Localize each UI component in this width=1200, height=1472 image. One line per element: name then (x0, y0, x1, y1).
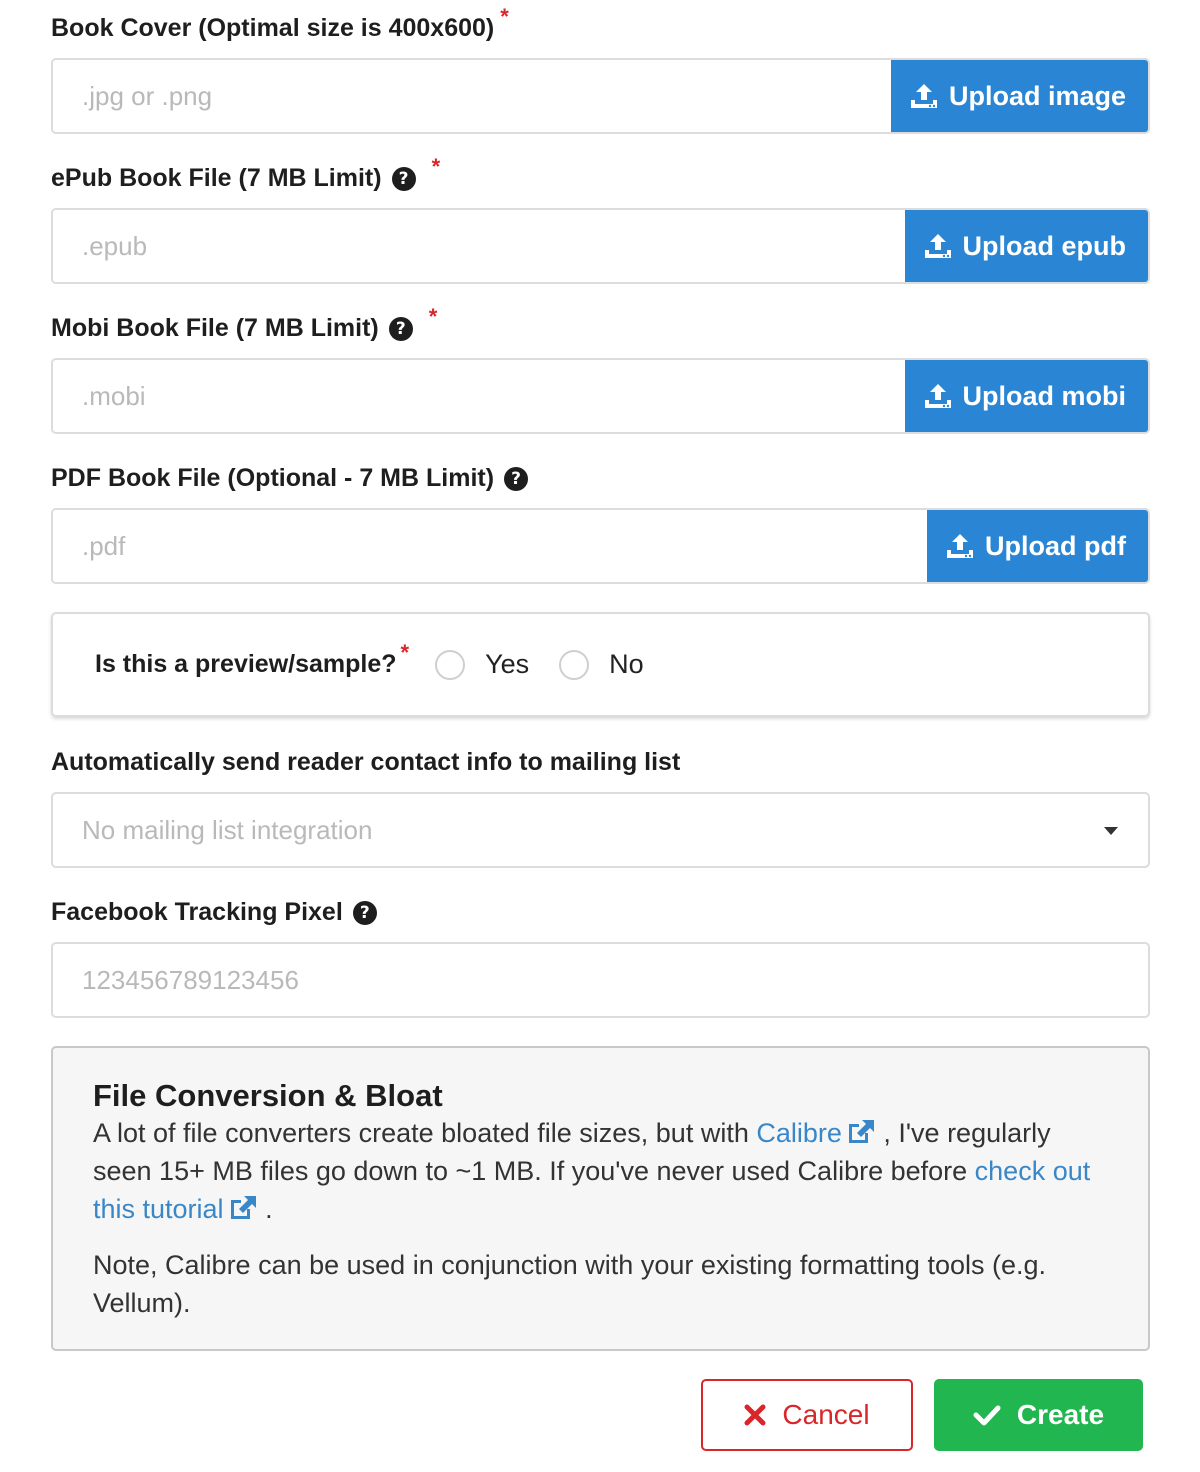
info-text-start: A lot of file converters create bloated … (93, 1118, 757, 1148)
cover-file-input[interactable] (53, 60, 891, 132)
calibre-link[interactable]: Calibre (756, 1118, 876, 1148)
question-circle-icon[interactable]: ? (388, 316, 413, 341)
upload-icon (910, 84, 937, 108)
external-link-icon (848, 1120, 874, 1143)
upload-icon (947, 534, 974, 558)
mobi-label-row: Mobi Book File (7 MB Limit) ? * (51, 304, 437, 343)
question-circle-icon[interactable]: ? (391, 166, 416, 191)
mailing-label-row: Automatically send reader contact info t… (51, 748, 680, 777)
preview-question: Is this a preview/sample? * (95, 640, 409, 679)
upload-mobi-label: Upload mobi (962, 380, 1127, 411)
cover-label: Book Cover (Optimal size is 400x600) (51, 14, 495, 42)
calibre-link-text: Calibre (756, 1118, 842, 1148)
book-upload-form: Book Cover (Optimal size is 400x600) * U… (0, 0, 1200, 1472)
upload-icon (924, 384, 951, 408)
upload-mobi-button[interactable]: Upload mobi (904, 360, 1148, 432)
radio-no[interactable] (559, 649, 590, 680)
required-mark: * (500, 3, 509, 29)
upload-epub-button[interactable]: Upload epub (904, 210, 1148, 282)
create-button[interactable]: Create (934, 1379, 1143, 1451)
question-circle-icon[interactable]: ? (504, 466, 529, 491)
pdf-label-row: PDF Book File (Optional - 7 MB Limit) ? (51, 464, 529, 493)
preview-radio-group: Is this a preview/sample? * Yes No (53, 614, 1148, 715)
info-title: File Conversion & Bloat (93, 1078, 443, 1113)
required-mark: * (400, 639, 410, 665)
mailing-list-select[interactable]: No mailing list integration (51, 792, 1150, 868)
radio-yes[interactable] (435, 649, 466, 680)
info-text-end: . (257, 1194, 273, 1224)
mobi-file-input[interactable] (53, 360, 905, 432)
epub-label: ePub Book File (7 MB Limit) (51, 164, 382, 192)
mailing-label: Automatically send reader contact info t… (51, 748, 681, 776)
file-conversion-info-box: File Conversion & Bloat A lot of file co… (51, 1046, 1150, 1351)
cover-file-field: Upload image (51, 58, 1150, 134)
question-circle-icon[interactable]: ? (352, 900, 377, 925)
preview-question-text: Is this a preview/sample? (95, 650, 397, 678)
caret-down-icon (1104, 827, 1118, 835)
create-label: Create (1016, 1399, 1105, 1430)
check-icon (973, 1405, 1001, 1426)
pixel-label-row: Facebook Tracking Pixel ? (51, 898, 377, 927)
mobi-file-field: Upload mobi (51, 358, 1150, 434)
epub-file-field: Upload epub (51, 208, 1150, 284)
cover-label-row: Book Cover (Optimal size is 400x600) * (51, 4, 509, 43)
facebook-pixel-input[interactable] (51, 942, 1150, 1018)
radio-no-label: No (609, 649, 644, 679)
upload-image-button[interactable]: Upload image (890, 60, 1148, 132)
upload-icon (924, 234, 951, 258)
required-mark: * (428, 303, 438, 329)
cancel-label: Cancel (782, 1399, 870, 1430)
mailing-selected-value: No mailing list integration (82, 814, 373, 845)
preview-panel: Is this a preview/sample? * Yes No (51, 612, 1150, 717)
times-icon (744, 1404, 766, 1426)
epub-file-input[interactable] (53, 210, 905, 282)
mobi-label: Mobi Book File (7 MB Limit) (51, 314, 379, 342)
cancel-button[interactable]: Cancel (701, 1379, 913, 1451)
external-link-icon (230, 1196, 256, 1219)
info-note: Note, Calibre can be used in conjunction… (93, 1250, 1047, 1318)
epub-label-row: ePub Book File (7 MB Limit) ? * (51, 154, 440, 193)
radio-option-no[interactable]: No (559, 649, 644, 680)
radio-yes-label: Yes (485, 649, 530, 679)
pdf-file-input[interactable] (53, 510, 928, 582)
info-paragraph: A lot of file converters create bloated … (93, 1114, 1108, 1228)
radio-option-yes[interactable]: Yes (435, 649, 529, 680)
pixel-label: Facebook Tracking Pixel (51, 898, 343, 926)
upload-pdf-button[interactable]: Upload pdf (927, 510, 1148, 582)
upload-image-label: Upload image (948, 80, 1126, 111)
pdf-label: PDF Book File (Optional - 7 MB Limit) (51, 464, 495, 492)
upload-pdf-label: Upload pdf (985, 530, 1126, 561)
upload-epub-label: Upload epub (962, 230, 1127, 261)
pdf-file-field: Upload pdf (51, 508, 1150, 584)
required-mark: * (431, 153, 441, 179)
